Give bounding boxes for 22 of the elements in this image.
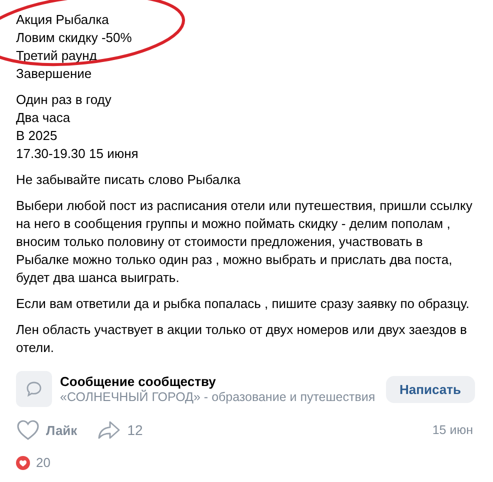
post-text: Не забывайте писать слово Рыбалка xyxy=(16,171,240,189)
share-arrow-icon xyxy=(97,420,122,440)
post-text: Ловим скидку -50% xyxy=(16,29,132,47)
post-text: 17.30-19.30 15 июня xyxy=(16,145,138,163)
post-text: Третий раунд xyxy=(16,47,97,65)
community-name: «СОЛНЕЧНЫЙ ГОРОД» - образование и путешествия xyxy=(60,390,376,404)
post-text: Один раз в году xyxy=(16,91,112,109)
post-text: Выбери любой пост из расписания отели или путешествия, пришли ссылку на него в сообщения группы и можно поймать скидку - делим пополам , вносим только половину от стоимости предложения, участвовать в Рыбалке можно только один раз , можно выбрать и прислать два поста, будет два шанса выиграть. xyxy=(16,197,474,287)
chat-bubble-icon xyxy=(16,371,52,407)
post-text: Акция Рыбалка xyxy=(16,11,109,29)
heart-reaction-icon xyxy=(16,456,30,470)
post-text: Два часа xyxy=(16,109,70,127)
card-title: Сообщение сообществу xyxy=(60,374,217,389)
reaction-count: 20 xyxy=(36,455,50,470)
share-button[interactable]: 12 xyxy=(97,420,143,440)
like-button[interactable]: Лайк xyxy=(16,419,78,441)
post-text: Лен область участвует в акции только от двух номеров или двух заездов в отели. xyxy=(16,321,468,357)
post-text: В 2025 xyxy=(16,127,58,145)
write-button[interactable]: Написать xyxy=(386,376,475,402)
post-text: Завершение xyxy=(16,65,92,83)
post-text: Если вам ответили да и рыбка попалась , пишите сразу заявку по образцу. xyxy=(16,295,470,313)
post-date: 15 июн xyxy=(432,423,473,437)
